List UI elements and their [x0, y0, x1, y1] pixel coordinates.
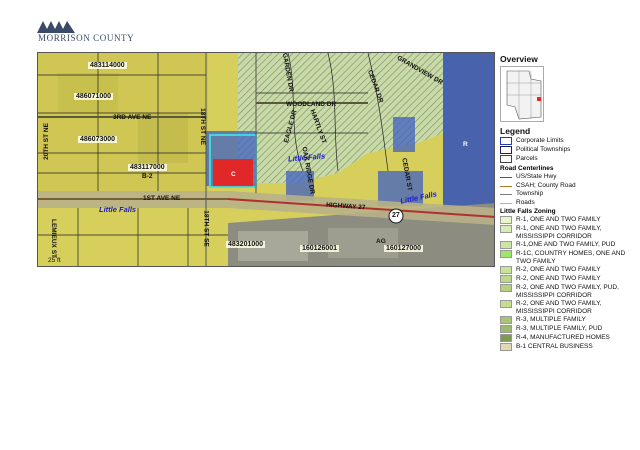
- zone-label: R: [463, 141, 468, 148]
- road-label: 3RD AVE NE: [113, 114, 152, 121]
- legend-zone: R-2, ONE AND TWO FAMILY: [500, 275, 630, 283]
- overview-county-icon: [506, 70, 542, 120]
- legend-zone: R-1C, COUNTRY HOMES, ONE AND TWO FAMILY: [500, 250, 630, 265]
- parcel-label: 160126001: [300, 245, 340, 252]
- legend-zone: B-1 CENTRAL BUSINESS: [500, 343, 630, 351]
- legend-zone-label: R-4, MANUFACTURED HOMES: [516, 334, 610, 341]
- legend-zone-swatch: [500, 250, 512, 258]
- parcel-label: 486073000: [78, 136, 118, 143]
- legend-road-label: CSAH; County Road: [516, 181, 576, 189]
- highway-shield-icon: 27: [392, 212, 400, 219]
- legend-zone: R-1, ONE AND TWO FAMILY: [500, 216, 630, 224]
- map-view[interactable]: 483114000 486071000 486073000 483117000 …: [37, 52, 495, 267]
- legend-road-label: US/State Hwy: [516, 173, 557, 180]
- map-canvas: [38, 53, 494, 266]
- zone-label: C: [231, 171, 236, 178]
- road-centerlines-title: Road Centerlines: [500, 165, 554, 172]
- overview-map: [500, 66, 544, 122]
- legend-items: Corporate Limits Political Townships Parce…: [500, 137, 630, 163]
- legend-item-swatch: [500, 146, 512, 154]
- legend-zone-swatch: [500, 241, 512, 249]
- legend-item-swatch: [500, 137, 512, 145]
- overview-title: Overview: [500, 54, 538, 64]
- legend-zone-label: R-3, MULTIPLE FAMILY, PUD: [516, 325, 603, 332]
- zone-label: B-2: [142, 173, 153, 180]
- legend-zone-swatch: [500, 225, 512, 233]
- legend-zone: R-3, MULTIPLE FAMILY, PUD: [500, 325, 630, 333]
- road-label: 20TH ST NE: [42, 123, 50, 160]
- legend-zone: R-1,ONE AND TWO FAMILY, PUD: [500, 241, 630, 249]
- legend-zone-label: R-1C, COUNTRY HOMES, ONE AND TWO FAMILY: [516, 250, 626, 265]
- legend-zone: R-3, MULTIPLE FAMILY: [500, 316, 630, 324]
- legend-zone: R-2, ONE AND TWO FAMILY: [500, 266, 630, 274]
- county-logo: MORRISON COUNTY: [37, 20, 187, 46]
- road-label: 18TH ST NE: [198, 108, 206, 145]
- legend-zone-swatch: [500, 343, 512, 351]
- legend-item-label: Parcels: [516, 155, 538, 162]
- legend-zone-label: R-1, ONE AND TWO FAMILY: [516, 216, 601, 223]
- parcel-label: 160127000: [384, 245, 424, 252]
- legend-road: Roads: [500, 199, 630, 207]
- brand-name: MORRISON COUNTY: [38, 33, 135, 43]
- legend-item: Parcels: [500, 155, 630, 163]
- legend-road-swatch: [500, 194, 512, 195]
- legend-road-label: Township: [516, 190, 544, 197]
- parcel-label: 483114000: [88, 62, 127, 69]
- road-label: 18TH ST SE: [202, 210, 210, 247]
- legend-road: CSAH; County Road: [500, 182, 630, 190]
- legend-item: Corporate Limits: [500, 137, 630, 145]
- parcel-label: 486071000: [74, 93, 114, 100]
- legend-item-label: Political Townships: [516, 146, 571, 153]
- legend-zone-label: R-3, MULTIPLE FAMILY: [516, 316, 586, 323]
- legend-zone: R-4, MANUFACTURED HOMES: [500, 334, 630, 342]
- legend-item: Political Townships: [500, 146, 630, 154]
- city-label: Little Falls: [99, 205, 137, 214]
- zone-label: AG: [376, 238, 386, 245]
- legend-title: Legend: [500, 126, 531, 136]
- legend-zoning: R-1, ONE AND TWO FAMILY R-1, ONE AND TWO …: [500, 216, 630, 351]
- zoning-title: Little Falls Zoning: [500, 208, 556, 215]
- legend-zone: R-2, ONE AND TWO FAMILY, PUD, MISSISSIPP…: [500, 284, 630, 299]
- legend-zone: R-2, ONE AND TWO FAMILY, MISSISSIPPI COR…: [500, 300, 630, 315]
- road-label: 1ST AVE NE: [143, 195, 181, 202]
- legend-zone-label: R-2, ONE AND TWO FAMILY, PUD, MISSISSIPP…: [516, 284, 619, 299]
- road-label: WOODLAND DR: [286, 101, 337, 108]
- legend-roads: US/State Hwy CSAH; County Road Township Roa…: [500, 173, 630, 206]
- legend-zone-swatch: [500, 284, 512, 292]
- legend-item-swatch: [500, 155, 512, 163]
- parcel-label: 483201000: [226, 241, 266, 248]
- legend-zone-label: R-1,ONE AND TWO FAMILY, PUD: [516, 241, 616, 248]
- legend-road: US/State Hwy: [500, 173, 630, 181]
- legend-zone-swatch: [500, 325, 512, 333]
- scale-label: 25 ft: [48, 257, 61, 264]
- legend-zone-label: R-2, ONE AND TWO FAMILY, MISSISSIPPI COR…: [516, 300, 602, 315]
- legend-panel: Overview Legend Corporate Limits Politica…: [500, 54, 630, 351]
- legend-zone: R-1, ONE AND TWO FAMILY, MISSISSIPPI COR…: [500, 225, 630, 240]
- road-label: LEMIEUX ST: [50, 218, 58, 259]
- parcel-label: 483117000: [128, 164, 167, 171]
- legend-road: Township: [500, 190, 630, 198]
- legend-road-label: Roads: [516, 198, 535, 206]
- legend-zone-swatch: [500, 300, 512, 308]
- legend-zone-swatch: [500, 216, 512, 224]
- legend-zone-swatch: [500, 266, 512, 274]
- legend-zone-swatch: [500, 316, 512, 324]
- legend-zone-label: B-1 CENTRAL BUSINESS: [516, 343, 593, 350]
- legend-road-swatch: [500, 185, 512, 187]
- legend-zone-label: R-2, ONE AND TWO FAMILY: [516, 266, 601, 273]
- legend-road-swatch: [500, 202, 512, 204]
- legend-zone-swatch: [500, 275, 512, 283]
- legend-item-label: Corporate Limits: [516, 137, 564, 144]
- legend-zone-swatch: [500, 334, 512, 342]
- legend-zone-label: R-1, ONE AND TWO FAMILY, MISSISSIPPI COR…: [516, 225, 602, 240]
- legend-zone-label: R-2, ONE AND TWO FAMILY: [516, 275, 601, 282]
- logo-mark-icon: [37, 21, 75, 33]
- legend-road-swatch: [500, 177, 512, 178]
